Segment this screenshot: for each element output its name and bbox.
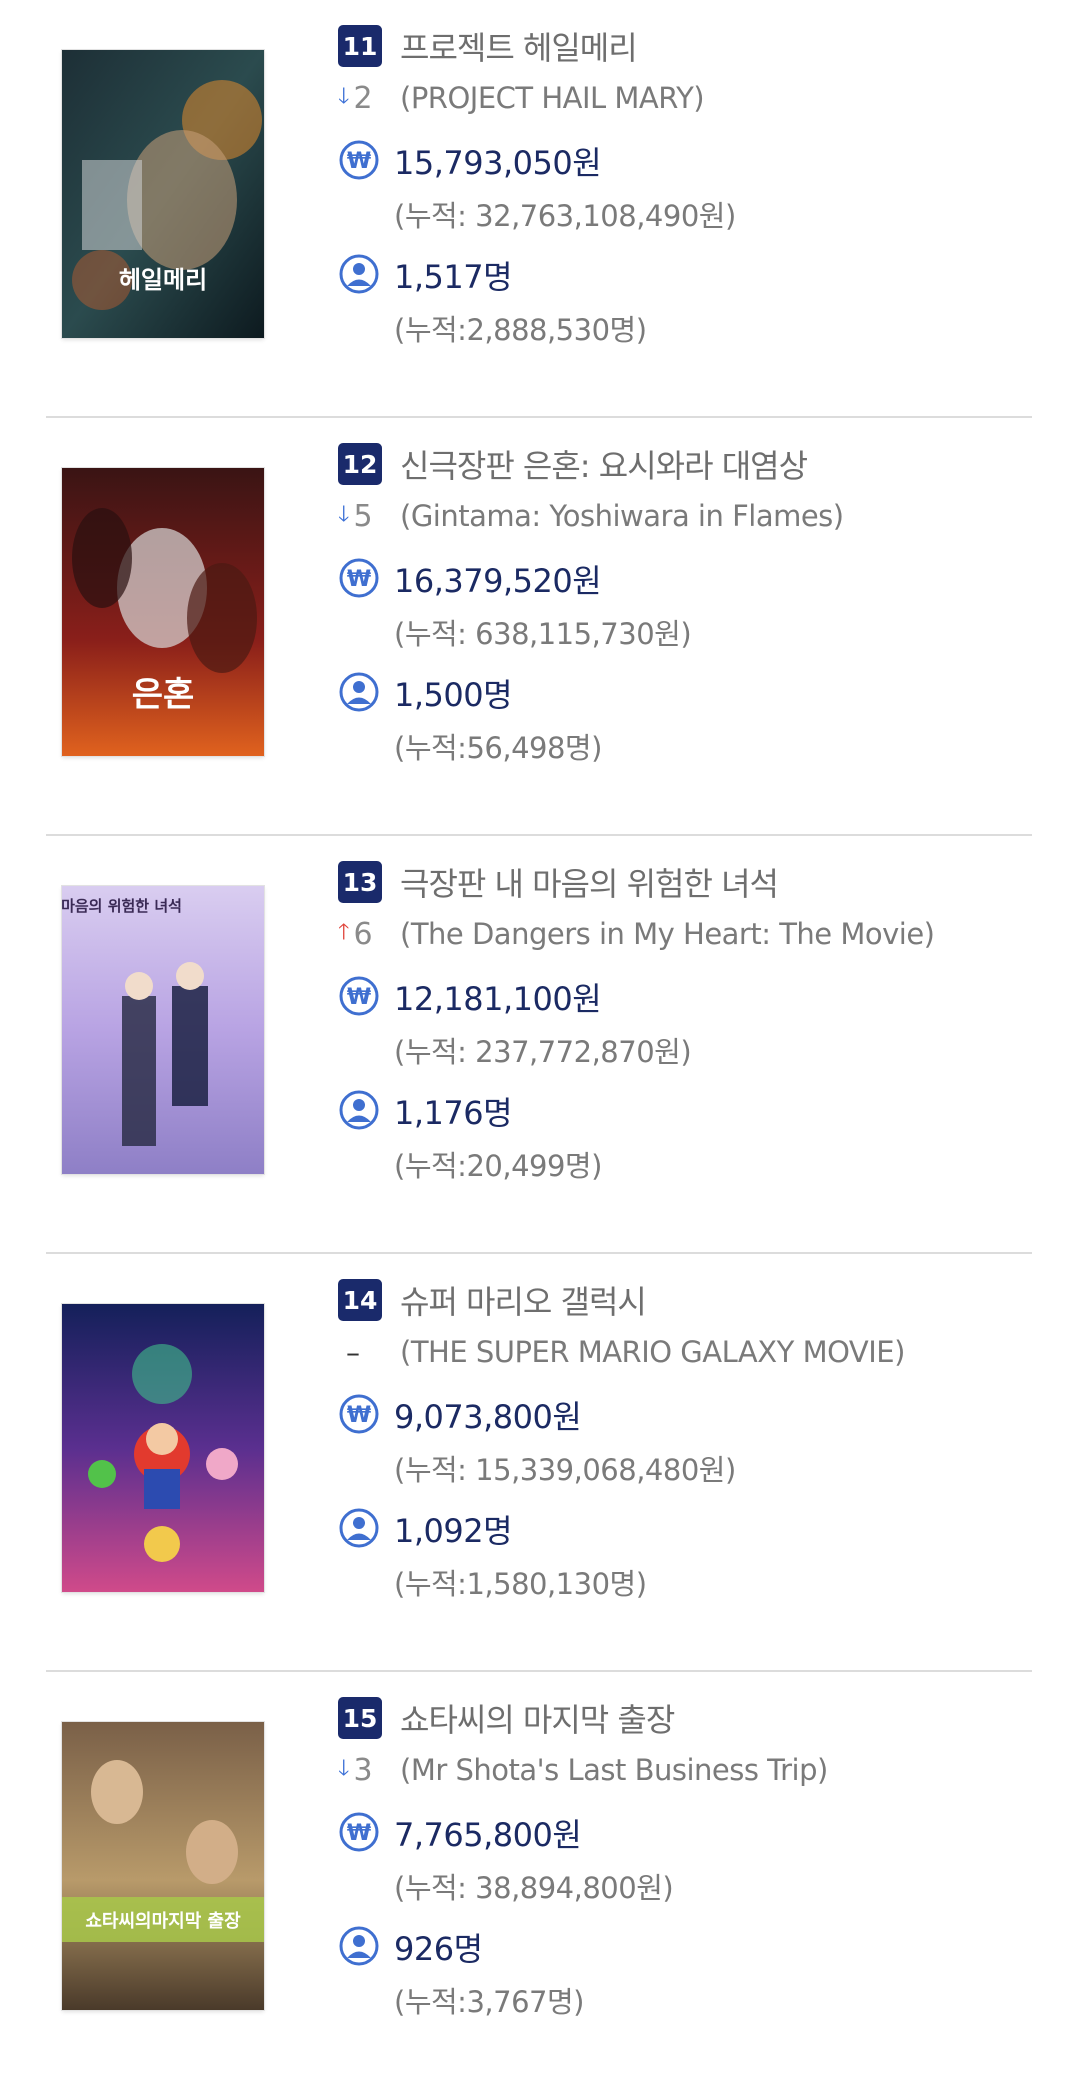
rank-change-value: – [346,1335,360,1369]
poster-logo-text: 쇼타씨의마지막 출장 [85,1911,241,1932]
audience-cumulative: (누적:56,498명) [394,731,602,765]
svg-text:₩: ₩ [347,149,371,174]
rank-change: 🡑 6 [338,915,382,953]
sales-cumulative: (누적: 237,772,870원) [394,1035,692,1069]
won-icon: ₩ [338,975,382,1019]
svg-text:₩: ₩ [347,1821,371,1846]
person-icon [338,671,382,715]
svg-text:₩: ₩ [347,1403,371,1428]
list-item[interactable]: 은혼 12 신극장판 은혼: 요시와라 대염상 🡓 5 (Gintama: Yo… [0,418,1076,836]
sales-cumulative: (누적: 38,894,800원) [394,1871,674,1905]
movie-title-en: (PROJECT HAIL MARY) [400,81,705,115]
audience-value: 1,092명 [394,1512,513,1550]
audience-value: 1,500명 [394,676,513,714]
movie-title-en: (The Dangers in My Heart: The Movie) [400,917,935,951]
svg-text:₩: ₩ [347,567,371,592]
audience-cumulative: (누적:20,499명) [394,1149,602,1183]
list-item[interactable]: 14 슈퍼 마리오 갤럭시 – (THE SUPER MARIO GALAXY … [0,1254,1076,1672]
movie-poster[interactable]: 헤일메리 [62,50,264,338]
audience-value: 926명 [394,1930,483,1968]
audience-cumulative: (누적:2,888,530명) [394,313,647,347]
audience-cumulative: (누적:3,767명) [394,1985,584,2019]
rank-badge: 12 [338,443,382,485]
movie-poster[interactable]: 쇼타씨의마지막 출장 [62,1722,264,2010]
arrow-up-icon: 🡑 [338,920,350,945]
rank-badge: 13 [338,861,382,903]
rank-badge: 14 [338,1279,382,1321]
list-item[interactable]: 헤일메리 11 프로젝트 헤일메리 🡓 2 (PROJECT HAIL MARY… [0,0,1076,418]
sales-cumulative: (누적: 638,115,730원) [394,617,692,651]
svg-text:₩: ₩ [347,985,371,1010]
won-icon: ₩ [338,1811,382,1855]
movie-poster[interactable]: 은혼 [62,468,264,756]
rank-badge: 11 [338,25,382,67]
rank-change: – [338,1336,382,1369]
won-icon: ₩ [338,139,382,183]
poster-logo-text: 은혼 [132,675,195,715]
audience-cumulative: (누적:1,580,130명) [394,1567,647,1601]
rank-change-value: 3 [353,1752,373,1788]
list-item[interactable]: 내 마음의 위험한 녀석 13 극장판 내 마음의 위험한 녀석 🡑 6 (Th… [0,836,1076,1254]
rank-change-value: 2 [353,80,373,116]
rank-change: 🡓 2 [338,79,382,117]
audience-value: 1,517명 [394,258,513,296]
sales-value: 9,073,800원 [394,1398,582,1436]
rank-change: 🡓 3 [338,1751,382,1789]
person-icon [338,1925,382,1969]
movie-title-ko[interactable]: 프로젝트 헤일메리 [400,23,638,69]
won-icon: ₩ [338,557,382,601]
sales-cumulative: (누적: 32,763,108,490원) [394,199,736,233]
rank-badge: 15 [338,1697,382,1739]
movie-poster[interactable]: 내 마음의 위험한 녀석 [62,886,264,1174]
rank-change-value: 5 [353,498,373,534]
movie-poster[interactable] [62,1304,264,1592]
sales-value: 16,379,520원 [394,562,602,600]
arrow-down-icon: 🡓 [338,84,350,109]
movie-title-en: (Mr Shota's Last Business Trip) [400,1753,828,1787]
person-icon [338,1507,382,1551]
sales-cumulative: (누적: 15,339,068,480원) [394,1453,736,1487]
rank-change: 🡓 5 [338,497,382,535]
sales-value: 12,181,100원 [394,980,602,1018]
audience-value: 1,176명 [394,1094,513,1132]
movie-title-en: (Gintama: Yoshiwara in Flames) [400,499,844,533]
movie-title-en: (THE SUPER MARIO GALAXY MOVIE) [400,1335,905,1369]
movie-title-ko[interactable]: 쇼타씨의 마지막 출장 [400,1695,675,1741]
person-icon [338,253,382,297]
poster-logo-text: 내 마음의 위험한 녀석 [62,897,182,915]
movie-title-ko[interactable]: 신극장판 은혼: 요시와라 대염상 [400,441,808,487]
movie-title-ko[interactable]: 극장판 내 마음의 위험한 녀석 [400,859,779,905]
list-item[interactable]: 쇼타씨의마지막 출장 15 쇼타씨의 마지막 출장 🡓 3 (Mr Shota'… [0,1672,1076,2090]
sales-value: 7,765,800원 [394,1816,582,1854]
rank-change-value: 6 [353,916,373,952]
arrow-down-icon: 🡓 [338,1756,350,1781]
sales-value: 15,793,050원 [394,144,602,182]
box-office-list: 헤일메리 11 프로젝트 헤일메리 🡓 2 (PROJECT HAIL MARY… [0,0,1076,2090]
arrow-down-icon: 🡓 [338,502,350,527]
poster-logo-text: 헤일메리 [119,266,207,294]
movie-title-ko[interactable]: 슈퍼 마리오 갤럭시 [400,1277,647,1323]
won-icon: ₩ [338,1393,382,1437]
person-icon [338,1089,382,1133]
